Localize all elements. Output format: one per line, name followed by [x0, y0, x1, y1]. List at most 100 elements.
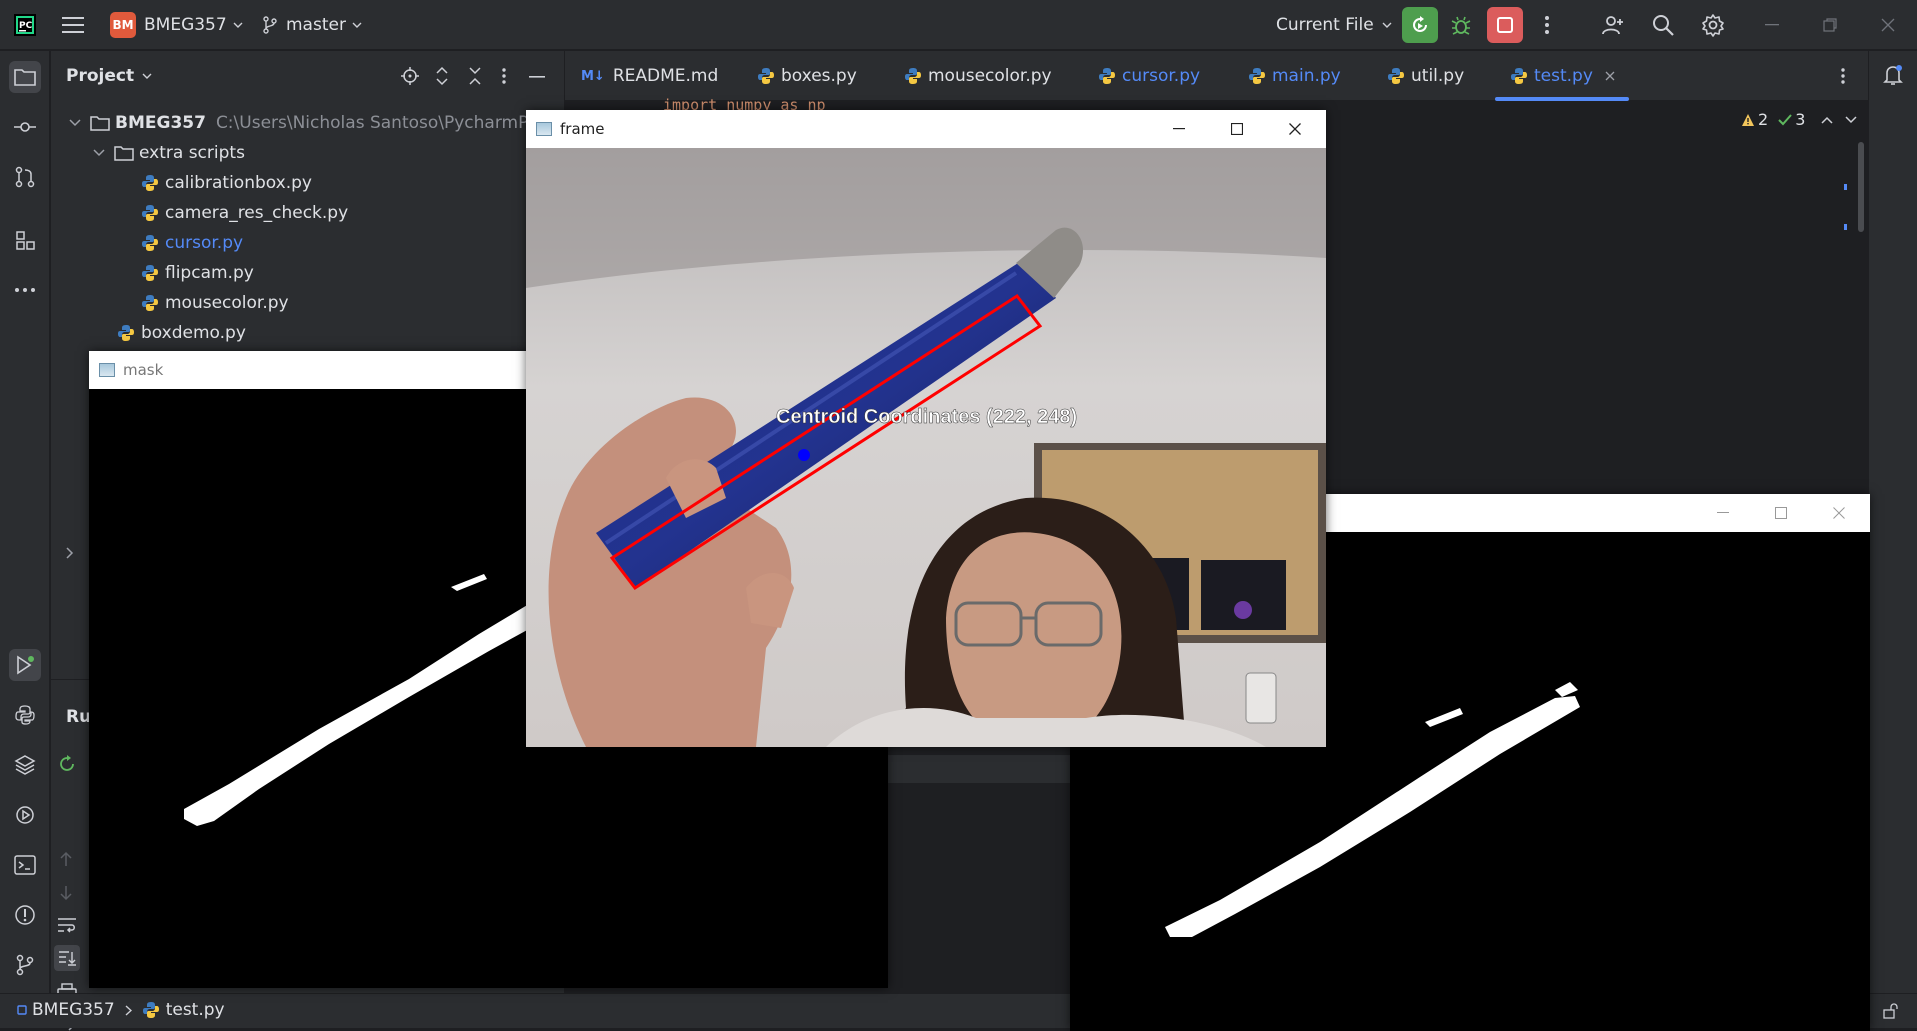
structure-tool-button[interactable] — [9, 224, 41, 256]
folder-icon — [90, 116, 110, 131]
status-breadcrumb[interactable]: BMEG357 test.py — [17, 1000, 225, 1020]
tab-options-button[interactable] — [1840, 66, 1846, 86]
project-tool-button[interactable] — [9, 61, 41, 93]
minimize-button[interactable] — [1150, 110, 1208, 148]
warning-icon — [1742, 113, 1754, 126]
soft-wrap-button[interactable] — [57, 917, 77, 933]
terminal-tool-button[interactable] — [9, 849, 41, 881]
run-config-selector[interactable]: Current File — [1276, 0, 1392, 50]
rerun-icon — [1413, 16, 1427, 32]
root-folder-name: BMEG357 — [115, 113, 206, 133]
restore-icon — [1823, 18, 1837, 32]
chevron-down-icon — [352, 22, 362, 28]
python-file-icon — [905, 68, 921, 84]
commit-tool-button[interactable] — [9, 111, 41, 143]
scroll-to-end-button[interactable] — [54, 945, 80, 971]
tab-readme[interactable]: M↓ README.md — [581, 51, 718, 101]
project-view-selector[interactable]: Project — [66, 61, 152, 91]
window-restore-button[interactable] — [1812, 7, 1848, 43]
maximize-button[interactable] — [1208, 110, 1266, 148]
bug-icon — [1451, 16, 1471, 35]
rerun-panel-button[interactable] — [57, 754, 77, 774]
tab-util[interactable]: util.py — [1387, 51, 1464, 101]
chevron-up-icon[interactable] — [1821, 116, 1833, 124]
pull-requests-tool-button[interactable] — [9, 161, 41, 193]
breadcrumb-project[interactable]: BMEG357 — [32, 1000, 115, 1020]
app-logo-icon: PC — [14, 0, 36, 50]
tab-test-active[interactable]: test.py — [1510, 51, 1615, 101]
expand-all-button[interactable] — [434, 66, 450, 86]
frame-window-titlebar[interactable]: frame — [526, 110, 1326, 148]
expand-section-chevron[interactable] — [66, 547, 74, 559]
frame-window[interactable]: frame Centroid Coordinates (222, 248) — [526, 110, 1326, 747]
code-with-me-button[interactable] — [1595, 7, 1631, 43]
title-bar: PC BM BMEG357 master Current File — [0, 0, 1917, 50]
tree-file[interactable]: flipcam.py — [141, 258, 254, 288]
python-file-icon — [142, 295, 158, 311]
window-minimize-button[interactable] — [1754, 7, 1790, 43]
close-button[interactable] — [1810, 494, 1868, 532]
tab-label: main.py — [1272, 66, 1341, 86]
services-tool-button[interactable] — [9, 799, 41, 831]
unlock-icon — [1883, 1003, 1898, 1019]
debug-button[interactable] — [1443, 7, 1479, 43]
tree-file[interactable]: camera_res_check.py — [141, 198, 348, 228]
branch-name: master — [286, 15, 346, 35]
file-name: mousecolor.py — [165, 293, 289, 313]
project-switcher[interactable]: BM BMEG357 — [110, 0, 243, 50]
python-file-icon — [142, 205, 158, 221]
tab-boxes[interactable]: boxes.py — [757, 51, 857, 101]
chevron-down-icon — [142, 73, 152, 79]
breadcrumb-file[interactable]: test.py — [166, 1000, 225, 1020]
notifications-button[interactable] — [1881, 63, 1905, 87]
tree-folder-extra-scripts[interactable]: extra scripts — [93, 138, 245, 168]
window-close-button[interactable] — [1870, 7, 1906, 43]
minimize-icon — [1173, 128, 1185, 130]
tab-cursor[interactable]: cursor.py — [1098, 51, 1200, 101]
hide-panel-button[interactable] — [529, 76, 545, 78]
main-menu-icon[interactable] — [62, 0, 84, 50]
tree-file[interactable]: cursor.py — [141, 228, 243, 258]
maximize-button[interactable] — [1752, 494, 1810, 532]
python-console-tool-button[interactable] — [9, 699, 41, 731]
scroll-to-end-icon — [59, 951, 76, 966]
tree-file[interactable]: calibrationbox.py — [141, 168, 312, 198]
lock-button[interactable] — [1882, 1003, 1898, 1019]
inspection-widget[interactable]: 2 3 — [1741, 110, 1857, 129]
vcs-branch-switcher[interactable]: master — [262, 0, 362, 50]
folder-icon — [14, 69, 36, 86]
minimize-button[interactable] — [1694, 494, 1752, 532]
python-file-icon — [758, 68, 774, 84]
tree-root-bmeg357[interactable]: BMEG357 C:\Users\Nicholas Santoso\Pychar… — [69, 108, 560, 138]
editor-tab-bar: M↓ README.md boxes.py mousecolor.py curs… — [565, 51, 1868, 101]
panel-options-button[interactable] — [501, 66, 507, 86]
run-tool-button[interactable] — [9, 649, 41, 681]
search-button[interactable] — [1645, 7, 1681, 43]
scroll-down-button[interactable] — [59, 885, 73, 901]
tree-file[interactable]: mousecolor.py — [141, 288, 289, 318]
settings-button[interactable] — [1695, 7, 1731, 43]
camera-frame-image: Centroid Coordinates (222, 248) — [526, 148, 1326, 747]
chevron-down-icon — [233, 22, 243, 28]
close-tab-icon[interactable] — [1605, 71, 1615, 81]
search-icon — [1653, 15, 1674, 36]
locate-file-button[interactable] — [400, 66, 420, 86]
tab-mousecolor[interactable]: mousecolor.py — [904, 51, 1052, 101]
tab-main[interactable]: main.py — [1248, 51, 1341, 101]
rerun-button[interactable] — [1402, 7, 1438, 43]
git-tool-button[interactable] — [9, 949, 41, 981]
maximize-icon — [1775, 507, 1787, 519]
collapse-all-button[interactable] — [467, 66, 483, 86]
more-tools-button[interactable] — [9, 274, 41, 306]
editor-scrollbar[interactable] — [1858, 142, 1864, 232]
tree-file[interactable]: boxdemo.py — [117, 318, 246, 348]
problems-tool-button[interactable] — [9, 899, 41, 931]
more-actions-button[interactable] — [1529, 7, 1565, 43]
python-packages-tool-button[interactable] — [9, 749, 41, 781]
stop-button[interactable] — [1487, 7, 1523, 43]
chevron-down-icon[interactable] — [1845, 115, 1857, 124]
window-title: frame — [560, 120, 605, 138]
python-file-icon — [1388, 68, 1404, 84]
close-button[interactable] — [1266, 110, 1324, 148]
scroll-up-button[interactable] — [59, 851, 73, 867]
